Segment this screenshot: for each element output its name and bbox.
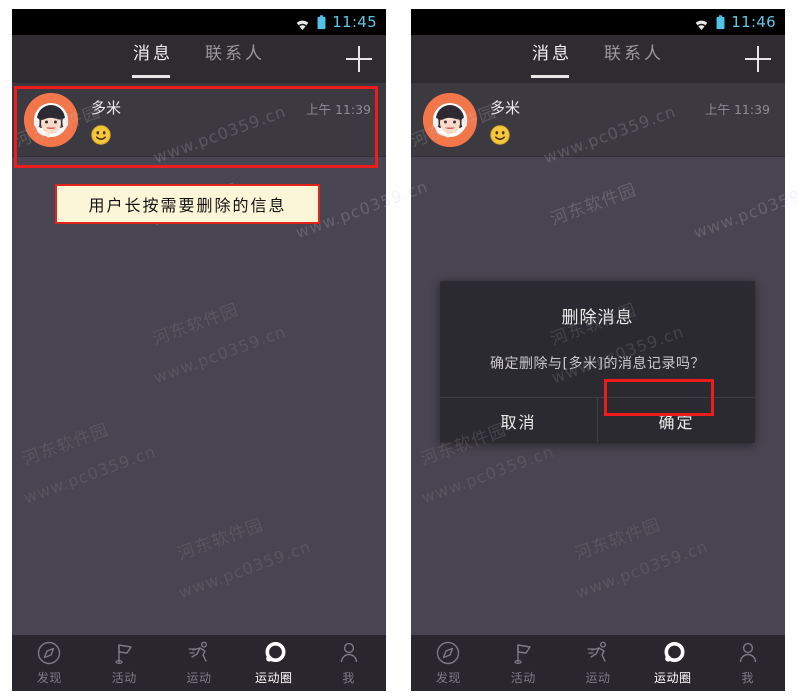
add-icon[interactable] <box>346 46 372 72</box>
nav-label-me: 我 <box>342 671 355 685</box>
delete-message-dialog: 删除消息 确定删除与[多米]的消息记录吗？ 取消 确定 <box>440 281 755 443</box>
nav-item-discover[interactable]: 发现 <box>12 635 87 691</box>
screenshot-root: 11:45 消息 联系人 多米 上午 11:39 发现 活动 运动 运动圈 我 … <box>0 0 797 700</box>
annotation-callout: 用户长按需要删除的信息 <box>55 184 320 224</box>
phone-panel-left: 11:45 消息 联系人 多米 上午 11:39 发现 活动 运动 运动圈 我 <box>12 9 386 691</box>
flag-icon <box>111 640 137 666</box>
nav-item-sport-circle[interactable]: 运动圈 <box>236 635 311 691</box>
nav-label-activity: 活动 <box>111 671 137 685</box>
cancel-button[interactable]: 取消 <box>440 398 597 443</box>
smiley-emoji-icon <box>91 124 111 145</box>
message-time: 上午 11:39 <box>306 101 371 117</box>
empty-list-area-left <box>12 157 386 635</box>
avatar-support-girl-icon <box>24 92 78 147</box>
nav-label-sport-circle: 运动圈 <box>255 671 293 685</box>
status-bar-left: 11:45 <box>12 9 386 35</box>
message-list-left: 多米 上午 11:39 <box>12 83 386 157</box>
status-time: 11:45 <box>332 13 377 31</box>
app-screen-left: 消息 联系人 多米 上午 11:39 发现 活动 运动 运动圈 我 <box>12 35 386 691</box>
wifi-icon <box>294 16 311 30</box>
phone-panel-right: 11:46 消息 联系人 多米 上午 11:39 发现 活动 运动 运动圈 我 … <box>411 9 785 691</box>
confirm-button[interactable]: 确定 <box>597 398 755 443</box>
message-body: 多米 上午 11:39 <box>91 93 374 147</box>
message-sender-name: 多米 <box>91 98 122 117</box>
running-icon <box>186 640 212 666</box>
app-header-left: 消息 联系人 <box>12 35 386 83</box>
nav-item-me[interactable]: 我 <box>311 635 386 691</box>
battery-icon <box>317 14 326 30</box>
nav-item-sport[interactable]: 运动 <box>162 635 237 691</box>
dialog-title: 删除消息 <box>561 308 634 328</box>
tab-bar-left: 消息 联系人 <box>129 35 269 83</box>
nav-label-sport: 运动 <box>186 671 212 685</box>
nav-item-activity[interactable]: 活动 <box>87 635 162 691</box>
tab-messages[interactable]: 消息 <box>129 35 177 83</box>
dialog-message: 确定删除与[多米]的消息记录吗？ <box>490 356 705 372</box>
circle-dot-icon <box>261 640 287 666</box>
nav-label-discover: 发现 <box>36 671 62 685</box>
bottom-nav-left: 发现 活动 运动 运动圈 我 <box>12 635 386 691</box>
compass-icon <box>36 640 62 666</box>
person-icon <box>336 640 362 666</box>
dialog-actions: 取消 确定 <box>440 397 755 443</box>
tab-contacts[interactable]: 联系人 <box>201 35 269 83</box>
message-row[interactable]: 多米 上午 11:39 <box>12 83 386 157</box>
